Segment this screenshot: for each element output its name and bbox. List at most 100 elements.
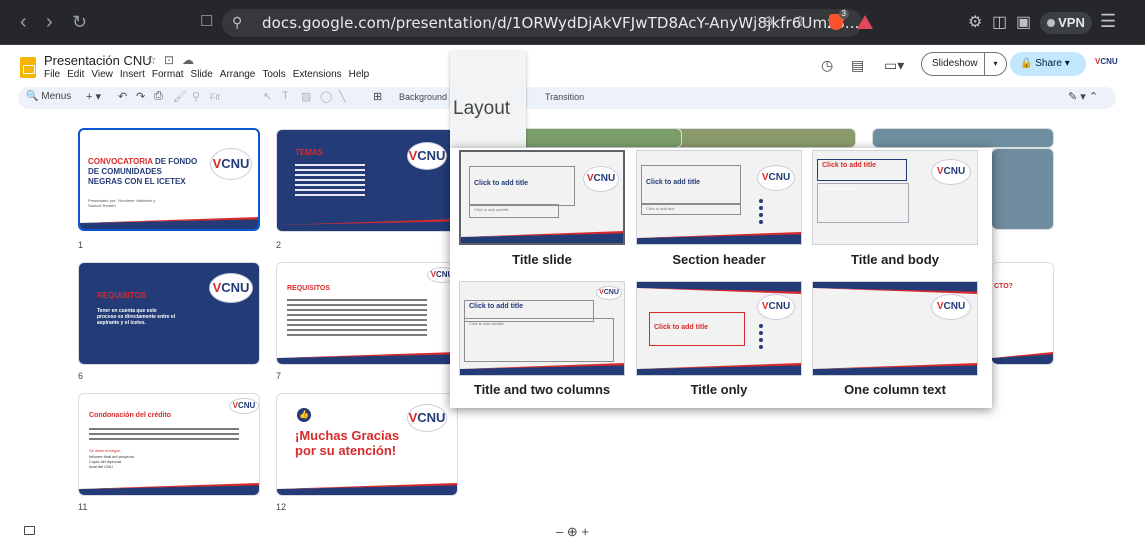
slide-thumb-7[interactable]: Requisitos VCNU [276, 262, 458, 365]
text-box-icon[interactable]: T [282, 90, 289, 102]
menu-insert[interactable]: Insert [120, 69, 145, 80]
thumbs-up-icon: 👍 [297, 408, 311, 422]
menu-format[interactable]: Format [152, 69, 184, 80]
contact-list [759, 324, 765, 352]
cnu-logo-icon: VCNU [407, 142, 447, 170]
search-menus[interactable]: 🔍 Menus [26, 91, 71, 102]
meet-icon[interactable]: ▭▾ [884, 57, 904, 74]
slide-thumb-1[interactable]: CONVOCATORIA DE FONDO DE COMUNIDADES NEG… [78, 128, 260, 231]
slideshow-button[interactable]: Slideshow ▾ [921, 52, 1007, 76]
menu-slide[interactable]: Slide [191, 69, 213, 80]
line-icon[interactable]: ╲ [339, 90, 346, 103]
zoom-icon[interactable]: ⚲ [192, 90, 200, 103]
undo-icon[interactable]: ↶ [118, 90, 127, 103]
layout-label: Title and body [851, 252, 939, 267]
layout-label: One column text [844, 382, 946, 397]
slide-thumb-4[interactable] [674, 128, 856, 148]
select-icon[interactable]: ↖ [263, 90, 272, 103]
print-icon[interactable]: ⎙ [154, 90, 163, 103]
slide-thumb-2[interactable]: TEMAS VCNU [276, 129, 458, 232]
reload-icon[interactable]: ↻ [72, 10, 87, 34]
transition-button[interactable]: Transition [545, 92, 584, 102]
menu-view[interactable]: View [91, 69, 113, 80]
panel-toggle-icon[interactable] [24, 526, 35, 535]
layout-section-header[interactable]: Click to add title Click to add text VCN… [636, 150, 802, 245]
back-icon[interactable]: ‹ [20, 10, 27, 34]
cnu-logo-icon: VCNU [931, 159, 971, 185]
comment-add-icon[interactable]: ⊞ [373, 90, 382, 103]
layout-title-and-body[interactable]: Click to add title Click to add subtitle… [812, 150, 978, 245]
shape-icon[interactable]: ◯ [320, 90, 332, 103]
zoom-select[interactable]: Fit [210, 92, 220, 102]
menu-edit[interactable]: Edit [67, 69, 84, 80]
image-icon[interactable]: ▨ [301, 90, 311, 103]
menu-tools[interactable]: Tools [262, 69, 285, 80]
slide-thumb-11[interactable]: Condonación del crédito Se debe entregar… [78, 393, 260, 496]
star-icon[interactable]: ☆ [146, 53, 157, 67]
history-icon[interactable]: ◷ [821, 57, 833, 74]
cnu-logo-icon: VCNU [596, 286, 622, 300]
layout-title-only[interactable]: Click to add title VCNU [636, 281, 802, 376]
slide-thumb-6[interactable]: REQUISITOS Tener en cuenta que este proc… [78, 262, 260, 365]
brave-badge: 3 [838, 9, 849, 19]
bookmark-icon[interactable]: ☐ [200, 10, 213, 34]
contact-list [759, 199, 765, 227]
cnu-logo-icon: VCNU [757, 294, 795, 320]
comments-icon[interactable]: ▤ [851, 57, 864, 74]
layout-tab[interactable]: Layout [450, 51, 526, 153]
menu-arrange[interactable]: Arrange [220, 69, 256, 80]
slide-number: 11 [78, 502, 88, 512]
document-title[interactable]: Presentación CNU [44, 53, 152, 68]
vpn-button[interactable]: VPN [1040, 12, 1092, 34]
zoom-controls[interactable]: – ⊕ + [556, 524, 589, 540]
slide-thumb-5[interactable] [872, 128, 1054, 148]
site-settings-icon[interactable]: ⚲ [232, 14, 242, 31]
editor-toolbar: 🔍 Menus + ▾ ↶ ↷ ⎙ 🖌 ⚲ Fit ↖ T ▨ ◯ ╲ ⊞ Ba… [18, 87, 1116, 109]
layout-one-column-text[interactable]: VCNU [812, 281, 978, 376]
background-button[interactable]: Background [399, 92, 447, 102]
address-bar[interactable]: ⚲ docs.google.com/presentation/d/1ORWydD… [222, 9, 862, 37]
slide-thumb-10[interactable]: CTO? [992, 262, 1054, 365]
browser-toolbar: ‹ › ↻ ☐ ⚲ docs.google.com/presentation/d… [0, 0, 1145, 45]
layout-title-slide[interactable]: Click to add title Click to add subtitle… [459, 150, 625, 245]
cnu-logo-icon: VCNU [407, 404, 447, 432]
menu-file[interactable]: File [44, 69, 60, 80]
sidebar-icon[interactable]: ◫ [992, 12, 1007, 32]
slide-2-list [295, 164, 365, 199]
extensions-icon[interactable]: ⚙ [968, 12, 982, 32]
slide-thumb-12[interactable]: 👍 ¡Muchas Gracias por su atención! VCNU [276, 393, 458, 496]
slides-logo-icon[interactable] [20, 57, 36, 78]
share-button[interactable]: 🔒 Share ▾ [1010, 52, 1086, 76]
cloud-status-icon: ☁ [182, 53, 194, 67]
slide-11-list: Informe final del proyecto Copia del dipl… [89, 454, 134, 469]
slideshow-dropdown-icon[interactable]: ▾ [984, 53, 1006, 75]
pen-icon[interactable]: ✎ ▾ ⌃ [1068, 90, 1098, 103]
cnu-logo-icon: VCNU [757, 165, 795, 191]
layout-title-and-two-columns[interactable]: Click to add title Click to add subtitle… [459, 281, 625, 376]
slide-7-list [287, 299, 427, 339]
redo-icon[interactable]: ↷ [136, 90, 145, 103]
paint-format-icon[interactable]: 🖌 [173, 90, 187, 103]
slide-number: 12 [276, 502, 287, 512]
layout-label: Title only [690, 382, 748, 397]
menu-extensions[interactable]: Extensions [293, 69, 342, 80]
move-folder-icon[interactable]: ⊡ [164, 53, 174, 67]
new-slide-icon[interactable]: + ▾ [86, 90, 101, 103]
menu-icon[interactable]: ☰ [1100, 11, 1116, 32]
account-avatar[interactable]: VCNU [1095, 57, 1118, 66]
slide-number: 2 [276, 240, 282, 250]
share-page-icon[interactable]: ⇪ [794, 13, 806, 30]
wallet-icon[interactable]: ▣ [1016, 12, 1031, 32]
brave-rewards-icon[interactable] [857, 15, 873, 29]
layout-panel: Click to add title Click to add subtitle… [450, 148, 992, 408]
forward-icon[interactable]: › [46, 10, 53, 34]
brave-shield-icon[interactable]: 3 [829, 9, 849, 30]
cnu-logo-icon: VCNU [583, 166, 619, 192]
menu-help[interactable]: Help [349, 69, 370, 80]
slide-thumb-3[interactable] [500, 128, 682, 148]
cnu-logo-icon: VCNU [210, 148, 252, 180]
zoom-search-icon[interactable]: ⊖ [762, 13, 774, 30]
slide-thumb-5-photo[interactable] [992, 148, 1054, 230]
slide-1-subtitle: Presentado por: Yhonierer Vallesteri y S… [88, 198, 156, 208]
cnu-logo-icon: VCNU [931, 294, 971, 320]
